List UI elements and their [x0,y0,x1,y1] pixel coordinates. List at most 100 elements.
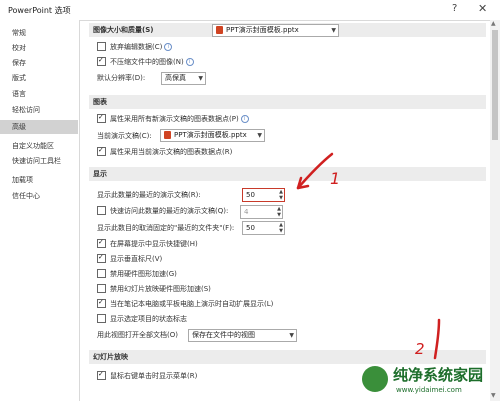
chevron-down-icon: ▼ [198,75,203,82]
resolution-label: 默认分辨率(D): [97,74,146,82]
chart-header-label: 图表 [93,98,107,106]
unpinned-input[interactable]: 50 ▲ ▼ [242,221,285,235]
status-indicator-label: 显示选定项目的状态标志 [110,315,187,323]
chart-header: 图表 [89,95,486,109]
discard-edit-data-checkbox[interactable] [97,41,106,51]
title-bar: PowerPoint 选项 ? ✕ [0,0,500,21]
scrollbar-thumb[interactable] [492,30,498,140]
spinner-arrows-icon[interactable]: ▲ ▼ [279,189,283,201]
status-indicator-checkbox[interactable] [97,313,106,323]
sidebar-item-trust-center[interactable]: 信任中心 [0,189,78,203]
right-click-menu-checkbox[interactable] [97,370,106,380]
chart-all-new-label: 属性采用所有新演示文稿的图表数据点(P) [110,115,239,123]
chevron-down-icon: ▼ [289,332,294,339]
annotation-arrow-1: 1 [296,152,340,190]
sidebar-item-addins[interactable]: 加载项 [0,173,78,187]
info-icon: i [240,115,249,123]
slideshow-header-label: 幻灯片放映 [93,353,128,361]
sidebar-item-layout[interactable]: 版式 [0,71,78,85]
shortcut-keys-checkbox[interactable] [97,238,106,248]
shortcut-keys-row[interactable]: 在屏幕提示中显示快捷键(H) [97,238,198,251]
chart-current-label: 当前演示文稿(C): [97,132,152,140]
window-title: PowerPoint 选项 [8,6,71,15]
sidebar-item-general[interactable]: 常规 [0,26,78,40]
help-icon[interactable]: ? [452,3,457,14]
right-click-menu-row[interactable]: 鼠标右键单击时显示菜单(R) [97,370,197,383]
image-file-select[interactable]: PPT演示封面模板.pptx ▼ [212,24,339,37]
powerpoint-file-icon [216,26,223,34]
disable-hw-accel-row[interactable]: 禁用硬件图形加速(G) [97,268,177,281]
annotation-label-2: 2 [415,340,425,358]
sidebar-item-accessibility[interactable]: 轻松访问 [0,103,78,117]
auto-extend-row[interactable]: 当在笔记本电脑或平板电脑上演示时自动扩展显示(L) [97,298,273,311]
disable-hw-accel-checkbox[interactable] [97,268,106,278]
vertical-ruler-label: 显示垂直标尺(V) [110,255,163,263]
discard-edit-data-row[interactable]: 放弃编辑数据(C) i [97,41,173,54]
sidebar-item-advanced[interactable]: 高级 [0,120,78,134]
unpinned-value: 50 [246,224,255,232]
chart-current-prop-checkbox[interactable] [97,146,106,156]
unpinned-row: 显示此数目的取消固定的"最近的文件夹"(F): [97,222,234,235]
resolution-select[interactable]: 高保真 ▼ [161,72,206,85]
image-file-select-value: PPT演示封面模板.pptx [226,26,299,34]
quick-access-input[interactable]: 4 ▲ ▼ [240,205,283,219]
quick-access-label: 快速访问此数量的最近的演示文稿(Q): [110,207,229,215]
unpinned-label: 显示此数目的取消固定的"最近的文件夹"(F): [97,224,235,232]
quick-access-checkbox[interactable] [97,205,106,215]
disable-slideshow-accel-checkbox[interactable] [97,283,106,293]
status-indicator-row[interactable]: 显示选定项目的状态标志 [97,313,187,326]
no-compress-label: 不压缩文件中的图像(N) [110,58,184,66]
disable-slideshow-accel-row[interactable]: 禁用幻灯片放映硬件图形加速(S) [97,283,211,296]
no-compress-row[interactable]: 不压缩文件中的图像(N)i [97,56,194,69]
sidebar-item-quick-access-toolbar[interactable]: 快速访问工具栏 [0,154,78,168]
open-view-label: 用此视图打开全部文档(O) [97,331,178,339]
vertical-scrollbar[interactable]: ▲ ▼ [490,20,500,401]
chart-current-prop-row[interactable]: 属性采用当前演示文稿的图表数据点(R) [97,146,232,159]
vertical-ruler-checkbox[interactable] [97,253,106,263]
quick-access-value: 4 [244,208,249,216]
chevron-down-icon: ▼ [331,27,336,34]
resolution-row: 默认分辨率(D): [97,72,145,85]
sidebar-item-proofing[interactable]: 校对 [0,41,78,55]
sidebar-item-save[interactable]: 保存 [0,56,78,70]
vertical-ruler-row[interactable]: 显示垂直标尺(V) [97,253,162,266]
chart-current-row: 当前演示文稿(C): [97,130,152,143]
close-icon[interactable]: ✕ [478,2,487,15]
image-quality-header-label: 图像大小和质量(S) [93,26,154,34]
discard-edit-data-label: 放弃编辑数据(C) [110,43,163,51]
chart-current-select[interactable]: PPT演示封面模板.pptx ▼ [160,129,265,142]
sidebar-item-customize-ribbon[interactable]: 自定义功能区 [0,139,78,153]
options-sidebar: 常规 校对 保存 版式 语言 轻松访问 高级 自定义功能区 快速访问工具栏 加载… [0,20,80,401]
chart-all-new-row[interactable]: 属性采用所有新演示文稿的图表数据点(P)i [97,113,249,126]
chart-all-new-checkbox[interactable] [97,113,106,123]
open-view-select[interactable]: 保存在文件中的视图 ▼ [188,329,297,342]
chart-current-prop-label: 属性采用当前演示文稿的图表数据点(R) [110,148,233,156]
scroll-up-icon[interactable]: ▲ [491,20,496,27]
recent-count-input[interactable]: 50 ▲ ▼ [242,188,285,202]
scroll-down-icon[interactable]: ▼ [491,392,496,399]
quick-access-row[interactable]: 快速访问此数量的最近的演示文稿(Q): [97,205,228,218]
disable-slideshow-accel-label: 禁用幻灯片放映硬件图形加速(S) [110,285,211,293]
sidebar-item-language[interactable]: 语言 [0,87,78,101]
resolution-value: 高保真 [165,74,186,82]
watermark-url: www.yidaimei.com [396,386,462,394]
powerpoint-file-icon [164,131,171,139]
chart-current-value: PPT演示封面模板.pptx [174,131,247,139]
display-header: 显示 [89,167,486,181]
info-icon: i [185,58,194,66]
no-compress-checkbox[interactable] [97,56,106,66]
recent-count-row: 显示此数量的最近的演示文稿(R): [97,189,201,202]
watermark-brand: 纯净系统家园 [393,366,484,384]
auto-extend-checkbox[interactable] [97,298,106,308]
open-view-row: 用此视图打开全部文档(O) [97,329,178,342]
spinner-arrows-icon[interactable]: ▲ ▼ [277,206,281,218]
disable-hw-accel-label: 禁用硬件图形加速(G) [110,270,177,278]
open-view-value: 保存在文件中的视图 [192,331,255,339]
auto-extend-label: 当在笔记本电脑或平板电脑上演示时自动扩展显示(L) [110,300,274,308]
shortcut-keys-label: 在屏幕提示中显示快捷键(H) [110,240,198,248]
display-header-label: 显示 [93,170,107,178]
recent-count-label: 显示此数量的最近的演示文稿(R): [97,191,201,199]
info-icon: i [164,43,173,51]
recent-count-value: 50 [246,191,255,199]
spinner-arrows-icon[interactable]: ▲ ▼ [279,222,283,234]
